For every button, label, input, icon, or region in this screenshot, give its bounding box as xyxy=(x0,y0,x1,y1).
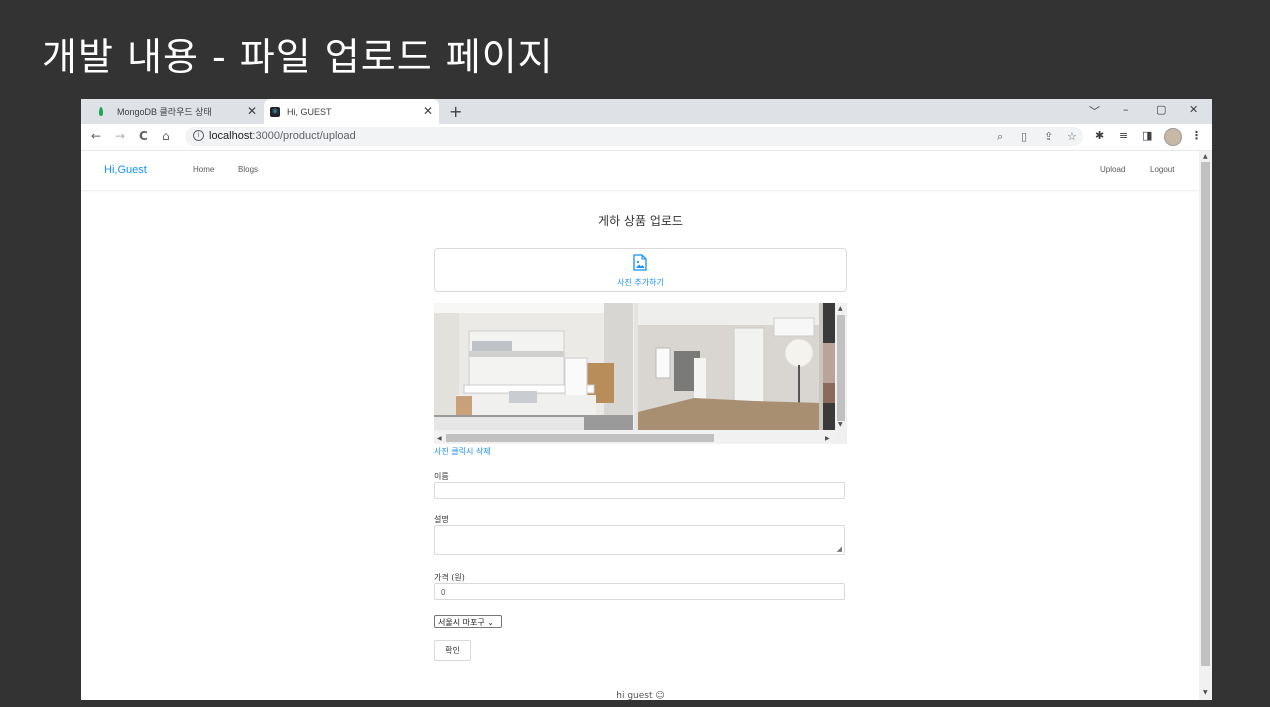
scroll-down-arrow-icon[interactable]: ▼ xyxy=(1203,689,1208,696)
photo-image xyxy=(823,303,835,430)
back-button[interactable]: ← xyxy=(91,129,101,143)
brand-logo[interactable]: Hi,Guest xyxy=(104,164,147,176)
add-photo-label: 사진 추가하기 xyxy=(617,278,664,287)
tab-hi-guest[interactable]: ⚛ Hi, GUEST ✕ xyxy=(264,99,439,124)
scroll-down-arrow-icon[interactable]: ▼ xyxy=(838,421,843,428)
tab-search-icon[interactable]: ﹀ xyxy=(1089,103,1100,119)
nav-blogs[interactable]: Blogs xyxy=(238,165,258,174)
nav-upload[interactable]: Upload xyxy=(1100,165,1125,174)
tab-mongodb[interactable]: MongoDB 클라우드 상태 ✕ xyxy=(91,99,263,124)
scroll-up-arrow-icon[interactable]: ▲ xyxy=(1203,153,1208,160)
page-icon[interactable]: ▯ xyxy=(1021,130,1027,143)
scroll-thumb[interactable] xyxy=(837,315,845,421)
tab-label: Hi, GUEST xyxy=(287,106,332,117)
chevron-down-icon: ⌄ xyxy=(487,618,494,627)
region-select[interactable]: 서울시 마포구 ⌄ xyxy=(434,615,502,628)
photo-image xyxy=(634,303,823,430)
reload-button[interactable]: C xyxy=(139,129,148,143)
info-icon[interactable]: i xyxy=(193,130,204,141)
profile-avatar[interactable] xyxy=(1164,128,1182,146)
price-input[interactable]: 0 xyxy=(434,583,845,600)
description-textarea[interactable]: ◢ xyxy=(434,525,845,555)
footer-text: hi guest ☺ xyxy=(616,691,665,700)
nav-home[interactable]: Home xyxy=(193,165,214,174)
price-label: 가격 (원) xyxy=(434,573,465,582)
resize-handle-icon[interactable]: ◢ xyxy=(837,545,842,553)
gallery-vertical-scrollbar[interactable]: ▲ ▼ xyxy=(835,303,847,430)
tab-close-icon[interactable]: ✕ xyxy=(423,104,433,118)
region-selected-value: 서울시 마포구 xyxy=(438,618,485,627)
room-photo-bunkbed[interactable] xyxy=(434,303,633,430)
new-tab-button[interactable]: + xyxy=(449,102,462,121)
page-title: 게하 상품 업로드 xyxy=(598,214,683,228)
maximize-button[interactable]: ▢ xyxy=(1156,103,1166,116)
name-input[interactable] xyxy=(434,482,845,499)
scroll-right-arrow-icon[interactable]: ▶ xyxy=(825,435,830,442)
scroll-thumb[interactable] xyxy=(446,434,714,442)
photo-gallery: ▲ ▼ ◀ ▶ xyxy=(434,303,847,444)
media-control-icon[interactable]: ≡ xyxy=(1119,129,1128,142)
bookmark-star-icon[interactable]: ☆ xyxy=(1067,130,1077,143)
app-navbar: Hi,Guest Home Blogs Upload Logout xyxy=(81,151,1199,191)
tab-close-icon[interactable]: ✕ xyxy=(247,104,257,118)
address-bar[interactable]: i localhost:3000/product/upload ⌕ ▯ ⇪ ☆ xyxy=(185,127,1083,146)
browser-toolbar: ← → C ⌂ i localhost:3000/product/upload … xyxy=(81,124,1212,151)
share-icon[interactable]: ⇪ xyxy=(1044,130,1053,143)
delete-hint: 사진 클릭시 삭제 xyxy=(434,447,491,456)
zoom-icon[interactable]: ⌕ xyxy=(997,130,1003,144)
confirm-button[interactable]: 확인 xyxy=(434,640,471,661)
url-path: :3000/product/upload xyxy=(252,130,356,142)
tab-label: MongoDB 클라우드 상태 xyxy=(117,107,212,117)
scroll-up-arrow-icon[interactable]: ▲ xyxy=(838,305,843,312)
description-label: 설명 xyxy=(434,515,449,524)
side-panel-icon[interactable]: ◨ xyxy=(1142,129,1152,142)
react-icon: ⚛ xyxy=(270,106,280,117)
scroll-thumb[interactable] xyxy=(1201,162,1210,666)
url-host: localhost xyxy=(209,130,253,142)
slide-title: 개발 내용 - 파일 업로드 페이지 xyxy=(42,35,554,79)
forward-button[interactable]: → xyxy=(115,129,125,143)
tab-bar: MongoDB 클라우드 상태 ✕ ⚛ Hi, GUEST ✕ + ﹀ – ▢ … xyxy=(81,99,1212,124)
nav-logout[interactable]: Logout xyxy=(1150,165,1174,174)
scroll-left-arrow-icon[interactable]: ◀ xyxy=(437,435,442,442)
name-label: 이름 xyxy=(434,472,449,481)
photo-image xyxy=(434,303,633,430)
page-viewport: Hi,Guest Home Blogs Upload Logout 게하 상품 … xyxy=(81,151,1212,700)
mongodb-leaf-icon xyxy=(99,107,103,116)
minimize-button[interactable]: – xyxy=(1123,103,1129,116)
home-button[interactable]: ⌂ xyxy=(162,129,170,143)
gallery-horizontal-scrollbar[interactable]: ◀ ▶ xyxy=(434,432,835,444)
file-image-icon xyxy=(633,254,647,271)
browser-window: MongoDB 클라우드 상태 ✕ ⚛ Hi, GUEST ✕ + ﹀ – ▢ … xyxy=(81,99,1212,700)
room-photo-partial[interactable] xyxy=(823,303,835,430)
room-photo-hallway[interactable] xyxy=(634,303,823,430)
photo-dropzone[interactable]: 사진 추가하기 xyxy=(434,248,847,292)
close-window-button[interactable]: ✕ xyxy=(1189,103,1198,116)
browser-menu-icon[interactable]: ⋮ xyxy=(1191,129,1202,142)
extensions-icon[interactable]: ✱ xyxy=(1095,129,1104,142)
page-vertical-scrollbar[interactable]: ▲ ▼ xyxy=(1199,151,1212,700)
url-text[interactable]: localhost:3000/product/upload xyxy=(209,130,356,142)
